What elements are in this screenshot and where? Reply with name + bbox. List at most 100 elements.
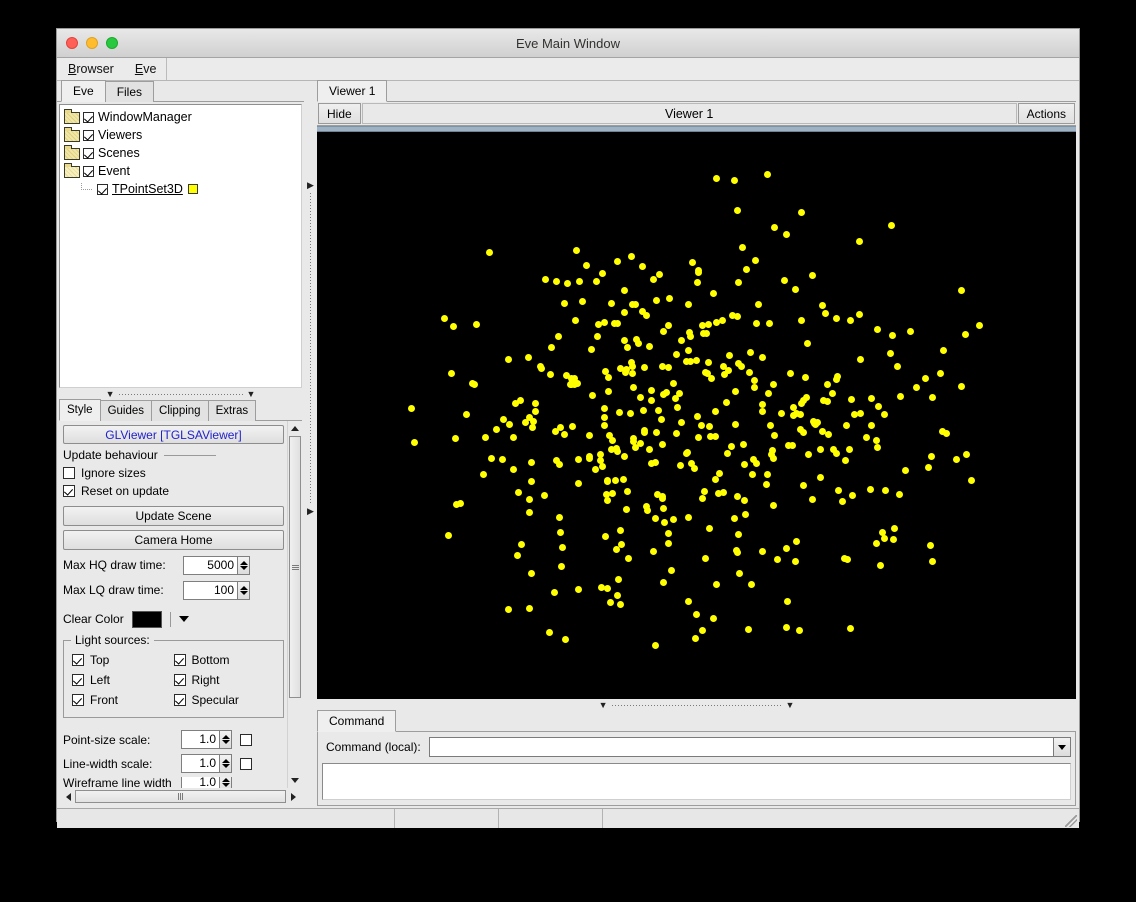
scroll-left-button[interactable]: [61, 790, 75, 803]
chevron-down-icon[interactable]: [179, 616, 189, 622]
scatter-point: [726, 352, 733, 359]
style-scroll-area: GLViewer [TGLSAViewer] Update behaviour …: [59, 421, 302, 788]
light-right-checkbox[interactable]: [174, 674, 186, 686]
scatter-point: [798, 400, 805, 407]
scatter-point: [798, 209, 805, 216]
scatter-point: [648, 397, 655, 404]
scatter-point: [890, 536, 897, 543]
light-front-row[interactable]: Front: [72, 691, 174, 709]
light-left-row[interactable]: Left: [72, 671, 174, 689]
menu-eve[interactable]: Eve: [125, 58, 168, 80]
actions-button[interactable]: Actions: [1018, 103, 1075, 124]
scatter-point: [913, 384, 920, 391]
tab-files[interactable]: Files: [105, 81, 154, 102]
glviewer-header-button[interactable]: GLViewer [TGLSAViewer]: [63, 425, 284, 444]
tree-checkbox[interactable]: [83, 166, 94, 177]
command-input[interactable]: [430, 738, 1053, 756]
tree-branch-icon: [81, 183, 95, 195]
tab-style[interactable]: Style: [59, 399, 101, 421]
style-vertical-scrollbar[interactable]: [287, 421, 302, 788]
light-top-checkbox[interactable]: [72, 654, 84, 666]
light-specular-checkbox[interactable]: [174, 694, 186, 706]
menu-browser[interactable]: Browser: [58, 58, 125, 80]
style-panel: Style Guides Clipping Extras GLViewer [T…: [59, 401, 302, 806]
light-top-row[interactable]: Top: [72, 651, 174, 669]
scatter-point: [592, 466, 599, 473]
point-size-scale-input[interactable]: 1.0: [181, 730, 219, 749]
camera-home-button[interactable]: Camera Home: [63, 530, 284, 550]
hscroll-thumb[interactable]: [75, 790, 286, 803]
scatter-point: [699, 627, 706, 634]
hide-button[interactable]: Hide: [318, 103, 361, 124]
scroll-up-button[interactable]: [289, 422, 302, 435]
tab-extras[interactable]: Extras: [208, 400, 257, 421]
light-specular-row[interactable]: Specular: [174, 691, 276, 709]
point-size-scale-stepper[interactable]: [219, 730, 232, 749]
max-hq-draw-time-input[interactable]: 5000: [183, 556, 237, 575]
object-tree[interactable]: WindowManager Viewers Scenes: [59, 104, 302, 388]
light-left-checkbox[interactable]: [72, 674, 84, 686]
tab-guides[interactable]: Guides: [100, 400, 152, 421]
scroll-thumb[interactable]: [289, 436, 301, 698]
scatter-point: [732, 388, 739, 395]
scatter-point: [568, 381, 575, 388]
viewer-title: Viewer 1: [362, 103, 1017, 124]
reset-on-update-checkbox[interactable]: [63, 485, 75, 497]
ignore-sizes-checkbox[interactable]: [63, 467, 75, 479]
scatter-point: [856, 238, 863, 245]
scatter-point: [627, 410, 634, 417]
tree-checkbox[interactable]: [83, 130, 94, 141]
ignore-sizes-row[interactable]: Ignore sizes: [63, 464, 284, 482]
scroll-right-button[interactable]: [286, 790, 300, 803]
gl-viewport[interactable]: [317, 132, 1076, 699]
main-vertical-splitter[interactable]: ▶ ▶: [304, 81, 317, 806]
command-output[interactable]: [322, 763, 1071, 800]
tree-item-windowmanager[interactable]: WindowManager: [64, 108, 301, 126]
max-hq-draw-time-row: Max HQ draw time: 5000: [63, 554, 284, 576]
scatter-point: [457, 500, 464, 507]
line-width-scale-checkbox[interactable]: [240, 758, 252, 770]
scatter-point: [742, 511, 749, 518]
light-sources-group: Light sources: Top Bottom: [63, 640, 284, 718]
scroll-down-button[interactable]: [289, 774, 302, 787]
light-bottom-row[interactable]: Bottom: [174, 651, 276, 669]
max-lq-draw-time-stepper[interactable]: [237, 581, 250, 600]
tab-clipping[interactable]: Clipping: [151, 400, 209, 421]
scatter-point: [889, 332, 896, 339]
clear-color-swatch[interactable]: [132, 611, 162, 628]
tree-item-event[interactable]: Event: [64, 162, 301, 180]
command-combobox[interactable]: [429, 737, 1071, 757]
wireframe-line-width-input[interactable]: 1.0: [181, 777, 219, 788]
tree-item-viewers[interactable]: Viewers: [64, 126, 301, 144]
tab-viewer-1[interactable]: Viewer 1: [317, 80, 387, 102]
tree-checkbox[interactable]: [97, 184, 108, 195]
max-lq-draw-time-input[interactable]: 100: [183, 581, 237, 600]
tree-item-scenes[interactable]: Scenes: [64, 144, 301, 162]
wireframe-line-width-stepper[interactable]: [219, 777, 232, 788]
point-size-scale-checkbox[interactable]: [240, 734, 252, 746]
scatter-point: [720, 363, 727, 370]
tree-checkbox[interactable]: [83, 148, 94, 159]
line-width-scale-stepper[interactable]: [219, 754, 232, 773]
tab-command[interactable]: Command: [317, 710, 396, 732]
reset-on-update-row[interactable]: Reset on update: [63, 482, 284, 500]
light-right-row[interactable]: Right: [174, 671, 276, 689]
tree-item-tpointset3d[interactable]: TPointSet3D: [64, 180, 301, 198]
scatter-point: [648, 460, 655, 467]
scatter-point: [830, 446, 837, 453]
light-front-checkbox[interactable]: [72, 694, 84, 706]
command-label: Command (local):: [322, 740, 421, 754]
command-splitter[interactable]: ▼ ▼: [317, 699, 1076, 712]
light-bottom-checkbox[interactable]: [174, 654, 186, 666]
scatter-point: [659, 441, 666, 448]
scatter-point: [452, 435, 459, 442]
tab-eve[interactable]: Eve: [61, 80, 106, 102]
color-swatch-icon[interactable]: [188, 184, 198, 194]
max-hq-draw-time-stepper[interactable]: [237, 556, 250, 575]
style-horizontal-scrollbar[interactable]: [61, 789, 300, 804]
resize-grip-icon[interactable]: [1065, 815, 1077, 827]
update-scene-button[interactable]: Update Scene: [63, 506, 284, 526]
tree-checkbox[interactable]: [83, 112, 94, 123]
command-dropdown-button[interactable]: [1053, 738, 1070, 756]
line-width-scale-input[interactable]: 1.0: [181, 754, 219, 773]
